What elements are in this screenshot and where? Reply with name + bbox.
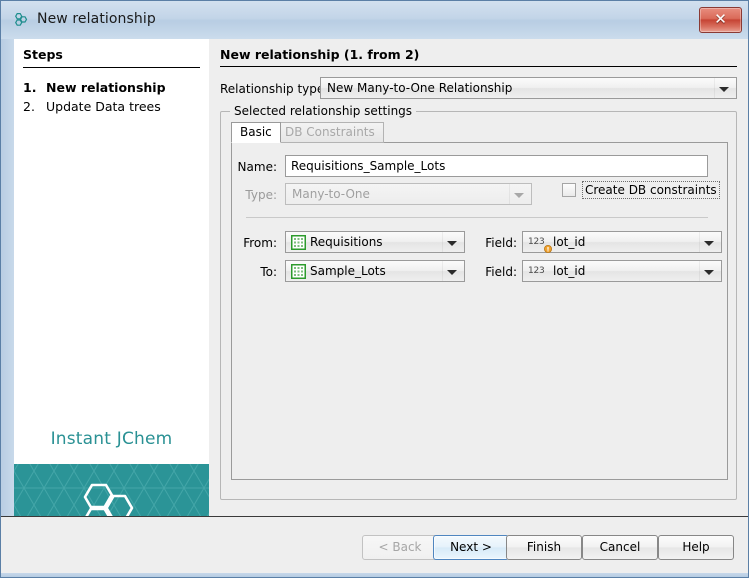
type-label: Type:	[232, 188, 277, 202]
combo-separator	[509, 184, 510, 204]
chevron-down-icon	[704, 241, 714, 246]
page-title-rule	[220, 66, 737, 67]
tab-db-constraints-label: DB Constraints	[285, 125, 375, 139]
combo-separator	[699, 232, 700, 252]
combo-separator	[714, 78, 715, 98]
form-divider	[246, 217, 708, 218]
dialog-titlebar: New relationship ✕	[1, 1, 748, 40]
step-label: New relationship	[46, 80, 166, 95]
wizard-main-pane: New relationship (1. from 2) Relationshi…	[209, 39, 748, 516]
to-field-label: Field:	[475, 265, 517, 279]
dialog-title: New relationship	[37, 11, 156, 27]
chevron-down-icon	[447, 241, 457, 246]
from-table-value: Requisitions	[310, 232, 442, 252]
help-button[interactable]: Help	[658, 535, 734, 560]
to-label: To:	[232, 265, 277, 279]
cancel-button-label: Cancel	[600, 540, 641, 554]
close-icon: ✕	[700, 8, 741, 32]
type-value: Many-to-One	[292, 184, 509, 204]
key-icon	[544, 242, 552, 250]
from-field-select[interactable]: 123 lot_id	[522, 231, 722, 253]
table-icon	[291, 235, 306, 250]
from-table-select[interactable]: Requisitions	[285, 231, 465, 253]
create-db-constraints-label[interactable]: Create DB constraints	[582, 181, 720, 199]
chevron-down-icon	[719, 87, 729, 92]
dialog-content: Steps 1.New relationship 2.Update Data t…	[1, 39, 748, 577]
tab-basic[interactable]: Basic	[231, 122, 281, 143]
jchem-molecule-icon	[12, 11, 30, 29]
to-table-value: Sample_Lots	[310, 261, 442, 281]
selected-relationship-settings-group: Selected relationship settings Basic DB …	[220, 111, 737, 500]
relationship-type-select[interactable]: New Many-to-One Relationship	[320, 77, 737, 99]
tab-basic-label: Basic	[240, 125, 272, 139]
relationship-type-label: Relationship type:	[220, 82, 328, 96]
groupbox-title: Selected relationship settings	[230, 104, 416, 118]
basic-tab-panel: Name: Type: Many-to-One Create DB constr…	[231, 142, 728, 480]
back-button-label: < Back	[378, 540, 421, 554]
dialog-bottom-edge	[1, 573, 748, 577]
type-select: Many-to-One	[285, 183, 532, 205]
tab-db-constraints[interactable]: DB Constraints	[276, 122, 384, 143]
tabstrip: Basic DB Constraints	[231, 122, 728, 143]
dialog-footer: < Back Next > Finish Cancel Help	[1, 517, 748, 577]
help-button-label: Help	[682, 540, 709, 554]
sidebar-step-new-relationship[interactable]: 1.New relationship	[23, 80, 166, 95]
combo-separator	[442, 232, 443, 252]
steps-heading-rule	[23, 67, 200, 68]
finish-button-label: Finish	[527, 540, 561, 554]
create-db-constraints-checkbox[interactable]	[562, 183, 576, 197]
sidebar-gradient-strip	[1, 39, 14, 516]
to-field-select[interactable]: 123 lot_id	[522, 260, 722, 282]
combo-separator	[442, 261, 443, 281]
next-button[interactable]: Next >	[433, 535, 509, 560]
steps-heading: Steps	[23, 47, 63, 62]
relationship-type-value: New Many-to-One Relationship	[327, 78, 714, 98]
name-input[interactable]	[285, 155, 708, 177]
combo-separator	[699, 261, 700, 281]
chevron-down-icon	[514, 193, 524, 198]
number-type-icon: 123	[528, 265, 545, 277]
next-button-label: Next >	[450, 540, 492, 554]
to-table-select[interactable]: Sample_Lots	[285, 260, 465, 282]
brand-wordmark: Instant JChem	[14, 429, 209, 449]
from-field-value: lot_id	[553, 232, 699, 252]
new-relationship-dialog: New relationship ✕ Steps 1.New relations…	[0, 0, 749, 578]
close-button[interactable]: ✕	[699, 7, 742, 33]
chevron-down-icon	[704, 270, 714, 275]
step-number: 1.	[23, 80, 46, 95]
cancel-button[interactable]: Cancel	[582, 535, 658, 560]
step-number: 2.	[23, 99, 46, 114]
number-type-icon: 123	[528, 236, 545, 248]
step-label: Update Data trees	[46, 99, 161, 114]
chevron-down-icon	[447, 270, 457, 275]
table-icon	[291, 264, 306, 279]
from-field-label: Field:	[475, 236, 517, 250]
name-label: Name:	[232, 160, 277, 174]
to-field-value: lot_id	[553, 261, 699, 281]
page-title: New relationship (1. from 2)	[220, 47, 419, 62]
from-label: From:	[232, 236, 277, 250]
sidebar-step-update-data-trees[interactable]: 2.Update Data trees	[23, 99, 161, 114]
finish-button[interactable]: Finish	[506, 535, 582, 560]
back-button: < Back	[362, 535, 438, 560]
